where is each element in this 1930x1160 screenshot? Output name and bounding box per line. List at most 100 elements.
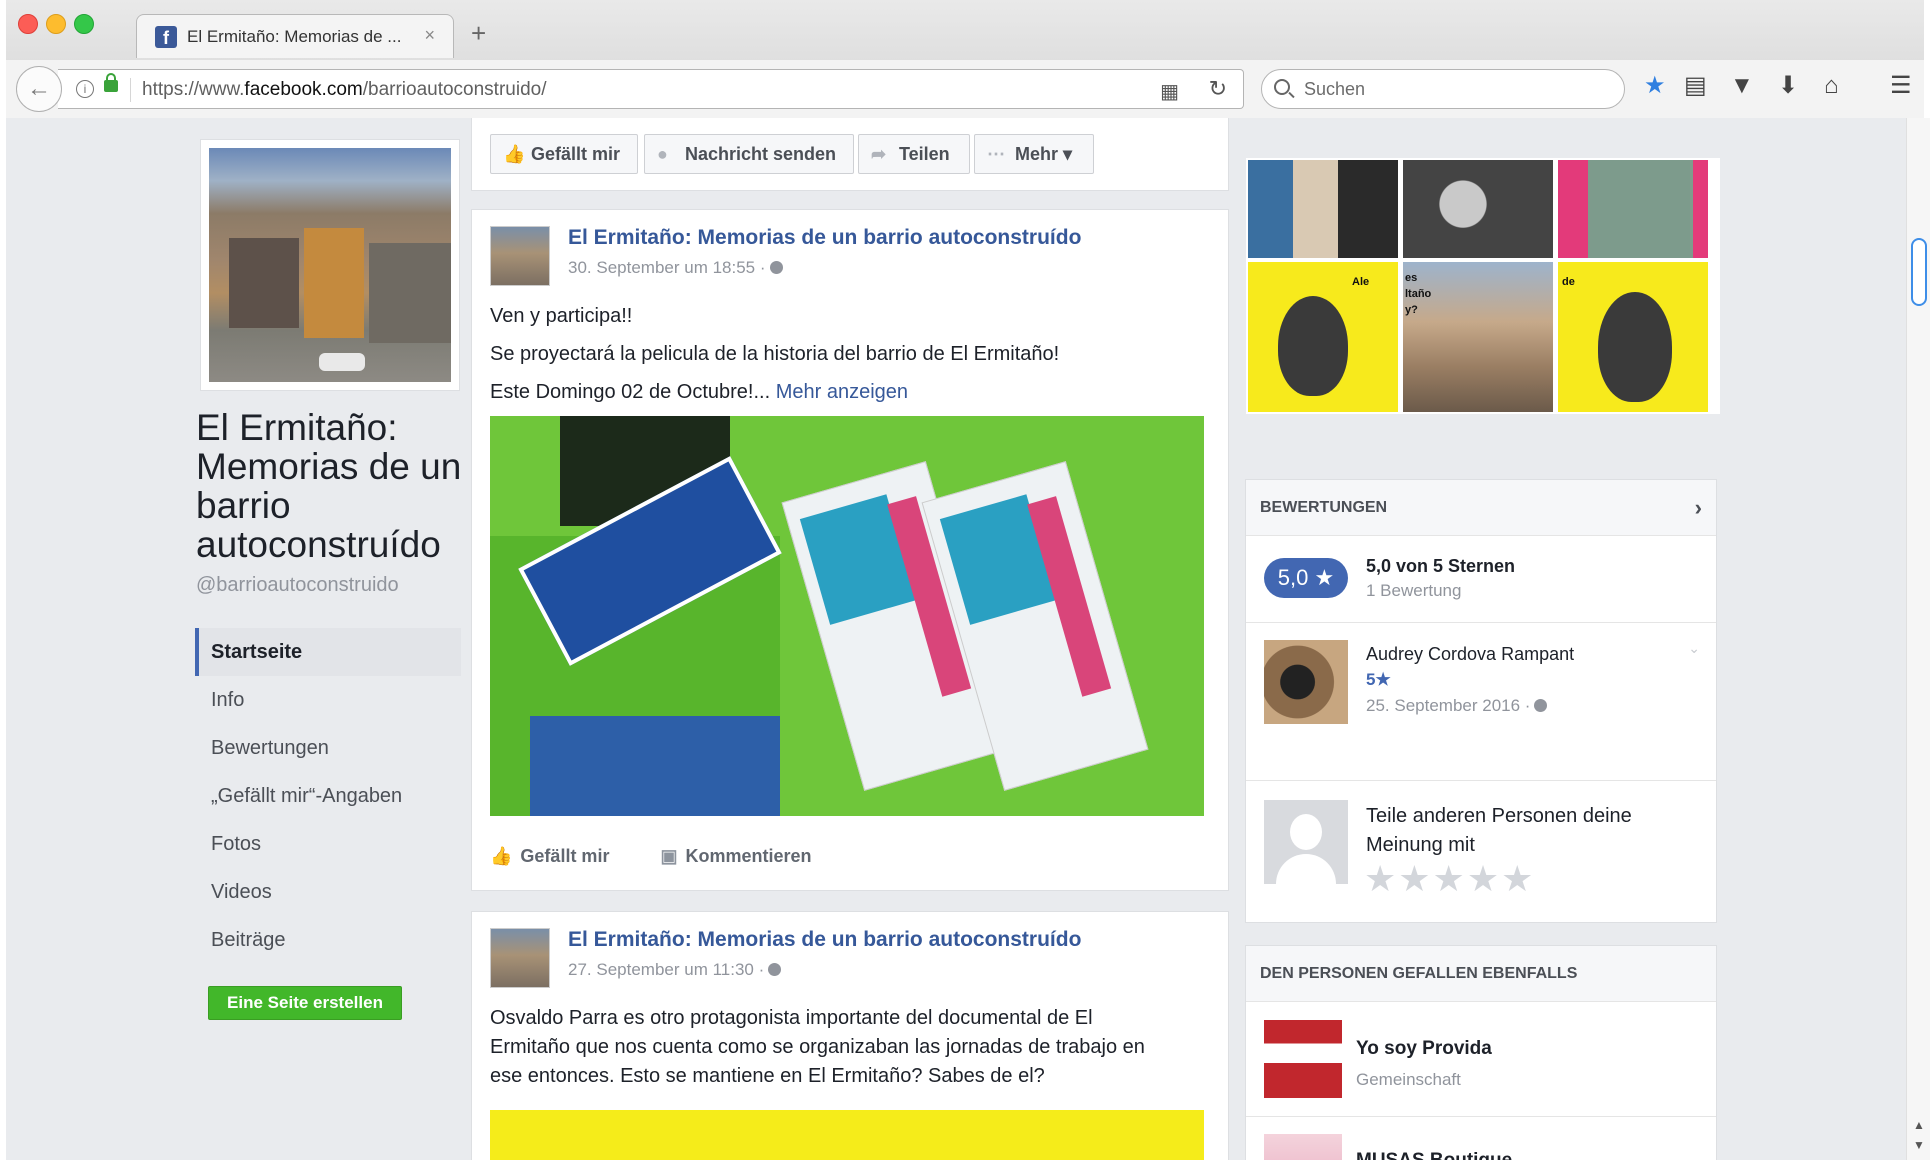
post-author-link[interactable]: El Ermitaño: Memorias de un barrio autoc… <box>568 928 1081 952</box>
liked-page-avatar[interactable] <box>1264 1134 1342 1160</box>
globe-icon <box>768 963 782 976</box>
photo-thumbnail[interactable]: es ltaño y? <box>1403 262 1553 412</box>
facebook-favicon-icon: f <box>155 26 177 48</box>
photo-caption: y? <box>1405 304 1418 316</box>
create-page-button[interactable]: Eine Seite erstellen <box>208 986 402 1020</box>
photo-building <box>229 238 299 328</box>
photo-thumbnail[interactable]: de <box>1558 262 1708 412</box>
reader-view-icon[interactable]: ▦ <box>1160 79 1179 104</box>
nav-item-beitraege[interactable]: Beiträge <box>195 916 461 964</box>
bookmarks-list-icon[interactable]: ▤ <box>1684 74 1707 98</box>
scrollbar-thumb[interactable] <box>1911 238 1927 306</box>
nav-item-info[interactable]: Info <box>195 676 461 724</box>
navigation-toolbar: i https://www.facebook.com/barrioautocon… <box>6 60 1924 118</box>
more-button[interactable]: ⋯ Mehr ▾ <box>974 134 1094 174</box>
photo-grid: Ale es ltaño y? de <box>1246 158 1720 414</box>
default-avatar-icon <box>1264 800 1348 884</box>
menu-icon[interactable]: ☰ <box>1890 74 1912 98</box>
photo-portrait <box>1278 296 1348 396</box>
reviewer-name[interactable]: Audrey Cordova Rampant <box>1366 644 1574 665</box>
rating-badge: 5,0 ★ <box>1264 558 1348 598</box>
scroll-up-icon[interactable]: ▲ <box>1913 1118 1925 1132</box>
address-bar[interactable]: i https://www.facebook.com/barrioautocon… <box>58 69 1244 109</box>
nav-item-bewertungen[interactable]: Bewertungen <box>195 724 461 772</box>
post-timestamp[interactable]: 30. September um 18:55 · <box>568 258 783 278</box>
liked-page-name[interactable]: Yo soy Provida <box>1356 1038 1492 1060</box>
new-tab-button[interactable]: + <box>471 20 486 46</box>
post-timestamp[interactable]: 27. September um 11:30 · <box>568 960 782 980</box>
post-card: El Ermitaño: Memorias de un barrio autoc… <box>472 912 1228 1160</box>
post-author-avatar[interactable] <box>490 226 550 286</box>
show-more-link[interactable]: Mehr anzeigen <box>776 381 908 403</box>
review-date[interactable]: 25. September 2016 · <box>1366 696 1548 716</box>
like-page-button[interactable]: 👍 Gefällt mir <box>490 134 638 174</box>
post-text-line: ese entonces. Esto se mantiene en El Erm… <box>490 1065 1045 1087</box>
photo-thumbnail[interactable] <box>1248 160 1398 258</box>
photo-thumbnail[interactable] <box>1403 160 1553 258</box>
pocket-icon[interactable]: ▼ <box>1730 74 1754 98</box>
reviews-header[interactable]: BEWERTUNGEN › <box>1246 480 1716 536</box>
star-rating-input[interactable]: ★★★★★ <box>1364 858 1535 900</box>
nav-item-fotos[interactable]: Fotos <box>195 820 461 868</box>
bookmark-star-icon[interactable]: ★ <box>1644 74 1666 98</box>
site-info-icon[interactable]: i <box>76 80 94 98</box>
tab-close-icon[interactable]: × <box>424 25 435 46</box>
like-page-label: Gefällt mir <box>531 144 621 164</box>
chevron-right-icon[interactable]: › <box>1695 480 1702 536</box>
back-button[interactable]: ← <box>16 66 62 112</box>
zoom-window-button[interactable] <box>74 14 94 34</box>
liked-page-avatar[interactable] <box>1264 1020 1342 1098</box>
tab-title: El Ermitaño: Memorias de ... <box>187 27 402 46</box>
post-like-label: Gefällt mir <box>520 846 610 866</box>
globe-icon <box>769 261 783 274</box>
post-author-link[interactable]: El Ermitaño: Memorias de un barrio autoc… <box>568 226 1081 250</box>
minimize-window-button[interactable] <box>46 14 66 34</box>
reload-icon[interactable]: ↻ <box>1209 76 1227 102</box>
post-image[interactable] <box>490 1110 1204 1160</box>
page-title[interactable]: El Ermitaño: Memorias de un barrio autoc… <box>196 408 486 564</box>
send-message-button[interactable]: ● Nachricht senden <box>644 134 854 174</box>
photo-thumbnail[interactable]: Ale <box>1248 262 1398 412</box>
home-icon[interactable]: ⌂ <box>1824 74 1839 98</box>
thumbs-up-icon: 👍 <box>503 144 526 164</box>
photo-building <box>304 228 364 338</box>
page-scrollbar[interactable]: ▲ ▼ <box>1906 118 1930 1160</box>
reviews-card: BEWERTUNGEN › 5,0 ★ 5,0 von 5 Sternen 1 … <box>1246 480 1716 922</box>
profile-picture[interactable] <box>201 140 459 390</box>
post-author-avatar[interactable] <box>490 928 550 988</box>
liked-page-category: Gemeinschaft <box>1356 1070 1461 1089</box>
divider <box>1246 780 1716 781</box>
page-nav: Startseite Info Bewertungen „Gefällt mir… <box>195 628 461 964</box>
browser-tab[interactable]: f El Ermitaño: Memorias de ... × <box>136 14 454 58</box>
post-text-line: Este Domingo 02 de Octubre!... Mehr anze… <box>490 378 908 407</box>
download-icon[interactable]: ⬇ <box>1778 74 1798 98</box>
nav-item-videos[interactable]: Videos <box>195 868 461 916</box>
url-text[interactable]: https://www.facebook.com/barrioautoconst… <box>142 79 547 101</box>
rating-summary: 5,0 ★ 5,0 von 5 Sternen 1 Bewertung <box>1246 536 1716 622</box>
url-path: /barrioautoconstruido/ <box>362 79 547 100</box>
post-image[interactable] <box>490 416 1204 816</box>
rating-count[interactable]: 1 Bewertung <box>1366 581 1461 601</box>
close-window-button[interactable] <box>18 14 38 34</box>
review-date-text: 25. September 2016 · <box>1366 696 1531 715</box>
nav-item-likes[interactable]: „Gefällt mir“-Angaben <box>195 772 461 820</box>
search-input[interactable]: Suchen <box>1261 69 1625 109</box>
share-button[interactable]: ➦ Teilen <box>858 134 970 174</box>
profile-photo-image <box>209 148 451 382</box>
post-comment-button[interactable]: ▣ Kommentieren <box>660 846 811 866</box>
post-like-button[interactable]: 👍 Gefällt mir <box>490 846 609 866</box>
photo-portrait <box>1598 292 1672 402</box>
reviewer-avatar[interactable] <box>1264 640 1348 724</box>
photo-thumbnail[interactable] <box>1558 160 1708 258</box>
share-arrow-icon: ➦ <box>871 144 887 164</box>
photo-caption: ltaño <box>1405 288 1432 300</box>
search-placeholder: Suchen <box>1304 79 1366 99</box>
nav-item-startseite[interactable]: Startseite <box>195 628 461 676</box>
liked-page-name[interactable]: MUSAS Boutique <box>1356 1150 1512 1160</box>
share-label: Teilen <box>899 144 950 164</box>
chevron-down-icon[interactable]: ⌄ <box>1688 640 1700 657</box>
scroll-down-icon[interactable]: ▼ <box>1913 1138 1925 1152</box>
post-text-line: Ven y participa!! <box>490 305 633 327</box>
page-handle[interactable]: @barrioautoconstruido <box>196 574 399 597</box>
rating-text: 5,0 von 5 Sternen <box>1366 556 1516 576</box>
